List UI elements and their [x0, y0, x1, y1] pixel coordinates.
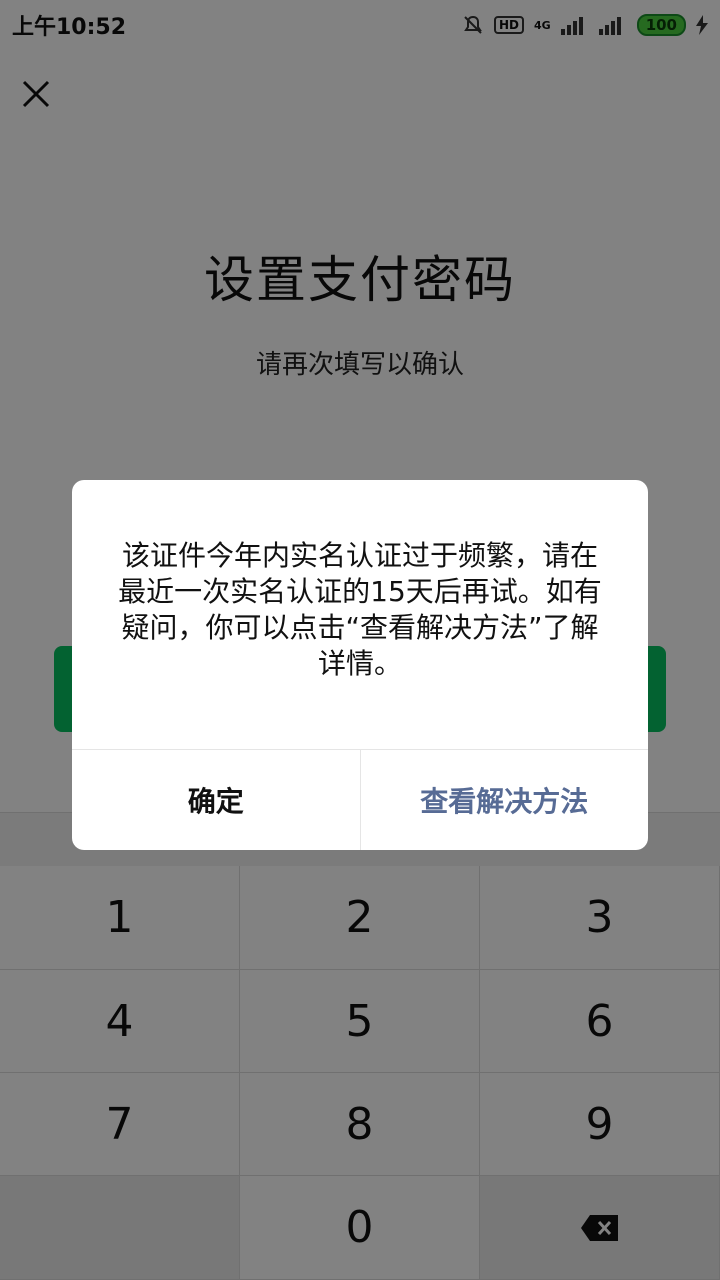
dialog-message: 该证件今年内实名认证过于频繁，请在最近一次实名认证的15天后再试。如有疑问，你可…: [118, 539, 602, 680]
dialog-footer: 确定 查看解决方法: [72, 749, 648, 850]
alert-dialog: 该证件今年内实名认证过于频繁，请在最近一次实名认证的15天后再试。如有疑问，你可…: [72, 480, 648, 850]
view-solution-button[interactable]: 查看解决方法: [361, 750, 649, 850]
confirm-button[interactable]: 确定: [72, 750, 361, 850]
